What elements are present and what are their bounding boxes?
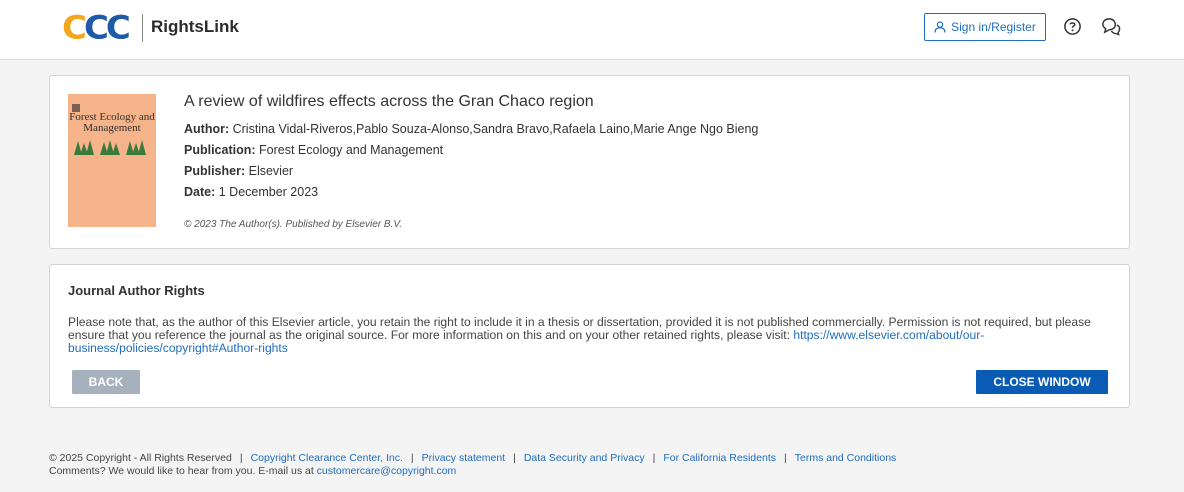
ccc-logo[interactable]: CCC [62, 10, 131, 46]
article-title: A review of wildfires effects across the… [184, 93, 594, 110]
sign-in-label: Sign in/Register [951, 20, 1036, 34]
brand-name: RightsLink [151, 17, 239, 36]
publisher-label: Publisher: [184, 164, 246, 178]
footer-link-ccc[interactable]: Copyright Clearance Center, Inc. [251, 452, 403, 464]
date-value: 1 December 2023 [218, 185, 319, 199]
article-card: Forest Ecology and Management A review o… [49, 75, 1130, 249]
footer: © 2025 Copyright - All Rights Reserved | C… [49, 452, 896, 478]
footer-link-privacy[interactable]: Privacy statement [422, 452, 505, 464]
logo-divider [142, 14, 143, 42]
publisher-value: Elsevier [248, 164, 294, 178]
publisher-row: Publisher: Elsevier [184, 164, 293, 178]
chat-icon[interactable] [1099, 15, 1121, 37]
rights-body: Please note that, as the author of this … [68, 316, 1118, 355]
header-bar: CCC RightsLink Sign in/Register [0, 0, 1184, 60]
footer-links-row: © 2025 Copyright - All Rights Reserved | C… [49, 452, 897, 464]
sign-in-button[interactable]: Sign in/Register [924, 13, 1046, 41]
footer-copyright: © 2025 Copyright - All Rights Reserved [49, 452, 232, 464]
close-window-button[interactable]: CLOSE WINDOW [976, 370, 1108, 394]
help-icon[interactable] [1061, 15, 1083, 37]
footer-comments: Comments? We would like to hear from you… [49, 465, 317, 477]
article-copyright: © 2023 The Author(s). Published by Elsev… [184, 219, 403, 230]
date-row: Date: 1 December 2023 [184, 185, 318, 199]
journal-cover: Forest Ecology and Management [68, 94, 156, 227]
cover-header-strip [72, 97, 152, 101]
publication-label: Publication: [184, 143, 256, 157]
back-button[interactable]: BACK [72, 370, 140, 394]
footer-comments-row: Comments? We would like to hear from you… [49, 465, 896, 478]
author-row: Author: Cristina Vidal-Riveros,Pablo Sou… [184, 122, 758, 136]
publication-row: Publication: Forest Ecology and Manageme… [184, 143, 443, 157]
footer-email-link[interactable]: customercare@copyright.com [317, 465, 457, 477]
date-label: Date: [184, 185, 216, 199]
cover-title: Forest Ecology and Management [69, 111, 155, 134]
publication-value: Forest Ecology and Management [259, 143, 444, 157]
footer-link-california[interactable]: For California Residents [663, 452, 776, 464]
rights-title: Journal Author Rights [68, 283, 205, 298]
author-value: Cristina Vidal-Riveros,Pablo Souza-Alons… [232, 122, 759, 136]
user-icon [934, 21, 946, 33]
trees-icon [74, 140, 146, 155]
footer-link-data-security[interactable]: Data Security and Privacy [524, 452, 645, 464]
footer-link-terms[interactable]: Terms and Conditions [795, 452, 897, 464]
author-label: Author: [184, 122, 230, 136]
rights-card: Journal Author Rights Please note that, … [49, 264, 1130, 408]
